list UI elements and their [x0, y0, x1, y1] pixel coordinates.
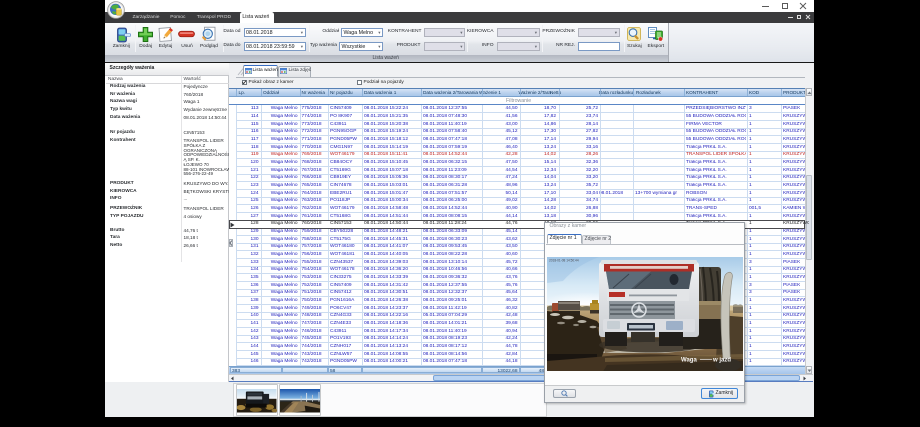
svg-text:2018-01-08 14:50:44: 2018-01-08 14:50:44: [549, 258, 579, 262]
svg-text:——: ——: [700, 357, 712, 363]
svg-text:Waga: Waga: [681, 357, 697, 363]
svg-text:w jazd: w jazd: [712, 357, 731, 363]
